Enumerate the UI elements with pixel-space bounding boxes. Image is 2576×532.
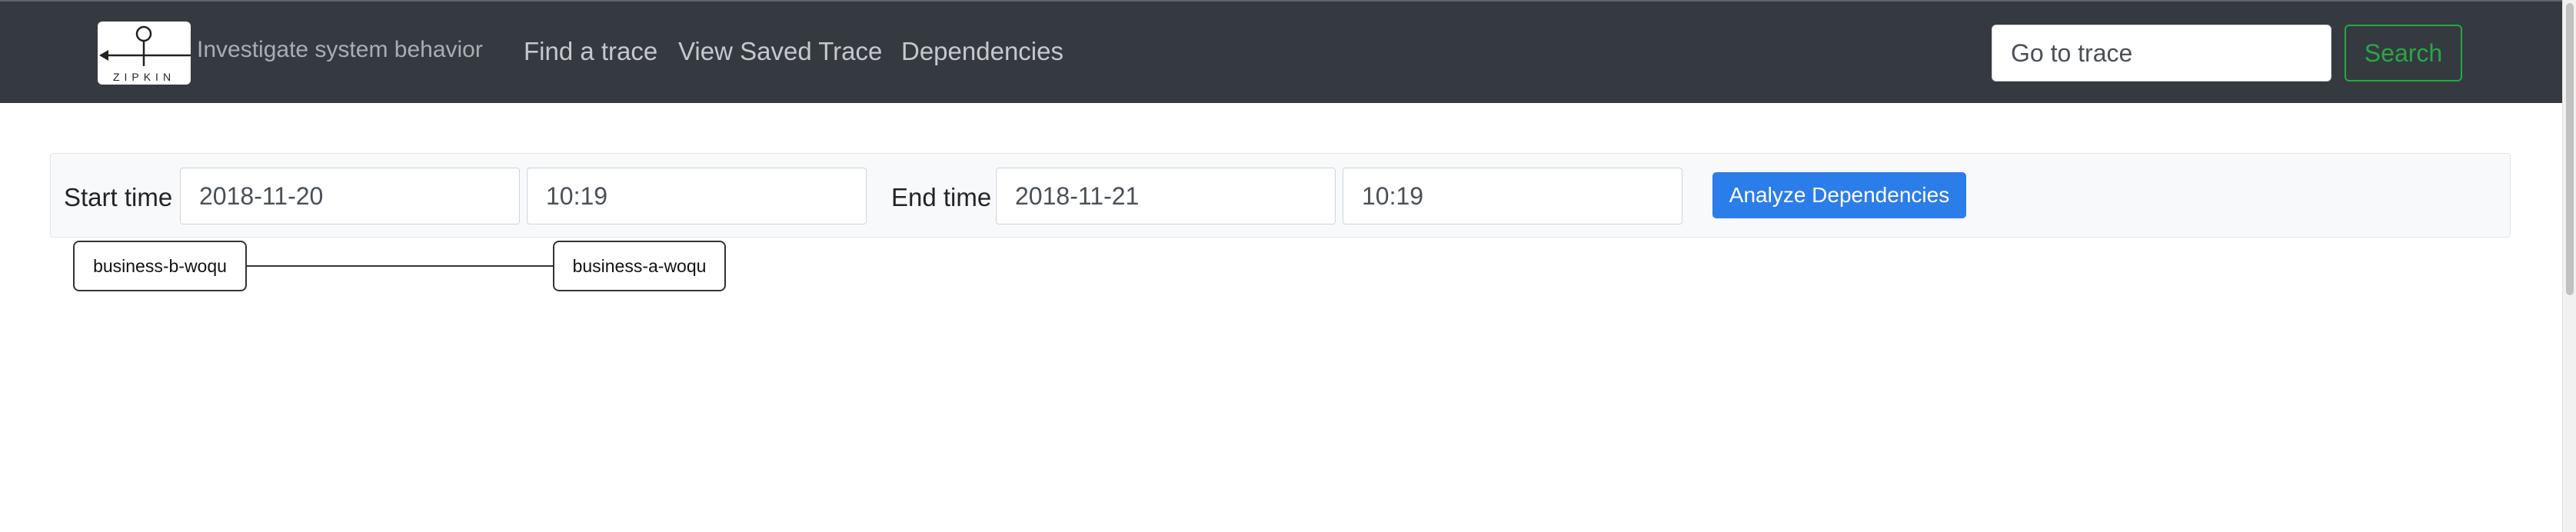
nav-dependencies[interactable]: Dependencies — [901, 37, 1063, 66]
start-time-label: Start time — [64, 183, 173, 211]
end-date-input[interactable] — [996, 168, 1336, 224]
start-time-input[interactable] — [527, 168, 867, 224]
start-date-input[interactable] — [180, 168, 520, 224]
scrollbar-thumb[interactable] — [2566, 3, 2574, 295]
graph-node-business-a-woqu[interactable]: business-a-woqu — [553, 241, 726, 291]
app-tagline: Investigate system behavior — [197, 37, 483, 62]
zipkin-logo[interactable]: ZIPKIN — [98, 22, 191, 85]
page-scrollbar[interactable] — [2562, 0, 2576, 532]
graph-node-business-b-woqu[interactable]: business-b-woqu — [73, 241, 247, 291]
search-button[interactable]: Search — [2345, 25, 2462, 81]
go-to-trace-input[interactable] — [1992, 25, 2331, 81]
nav-view-saved-trace[interactable]: View Saved Trace — [678, 37, 882, 66]
nav-find-a-trace[interactable]: Find a trace — [524, 37, 657, 66]
top-navbar: ZIPKIN Investigate system behavior Find … — [0, 0, 2576, 103]
end-time-label: End time — [891, 183, 992, 211]
logo-text: ZIPKIN — [112, 71, 176, 83]
dependencies-filter-panel: Start time End time Analyze Dependencies — [50, 153, 2511, 238]
end-time-input[interactable] — [1343, 168, 1682, 224]
analyze-dependencies-button[interactable]: Analyze Dependencies — [1712, 172, 1966, 218]
